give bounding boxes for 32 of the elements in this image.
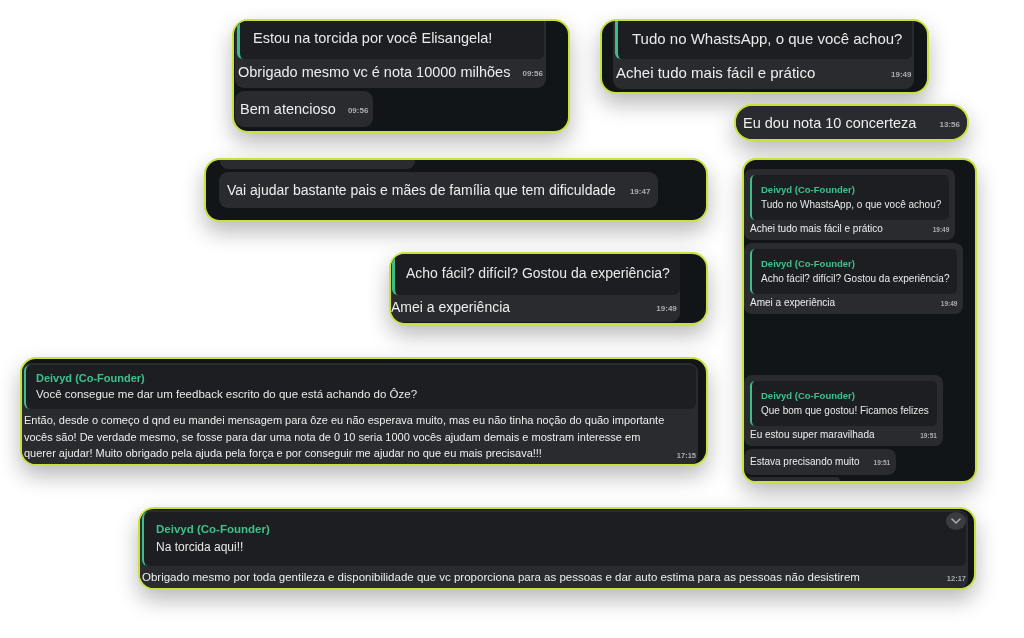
quote-text: Tudo no WhastsApp, o que você achou? (761, 198, 942, 212)
message-text: Bem atencioso (240, 100, 336, 118)
message-text: Eu estou super maravilhada (750, 428, 875, 442)
quote-author: Deivyd (Co-Founder) (761, 389, 855, 403)
quote-author: Deivyd (Co-Founder) (761, 183, 855, 197)
quote-text: Acho fácil? difícil? Gostou da experiência? (761, 272, 950, 286)
quote-text: Acho fácil? difícil? Gostou da experiência? (406, 264, 670, 282)
message-text: Amei a experiência (750, 296, 836, 310)
message-text: Obrigado mesmo por toda gentileza e disponibilidade que vc proporciona para as pessoas e dar auto estima para as pessoas não desistirem (142, 570, 860, 585)
message-text: Achei tudo mais fácil e prático (750, 222, 883, 236)
message-time: 19:49 (656, 304, 677, 315)
message-text: Amei a experiência (391, 298, 511, 316)
message-text: Vai ajudar bastante pais e mães de família que tem dificuldade (227, 181, 616, 199)
message-text: Achei tudo mais fácil e prático (616, 63, 816, 82)
message-time: 19:47 (629, 187, 651, 198)
message-text: Obrigado mesmo vc é nota 10000 milhões (238, 63, 511, 81)
quote-text: Que bom que gostou! Ficamos felizes (761, 404, 929, 418)
message-text: Então, desde o começo d qnd eu mandei mensagem para ôze eu não esperava muito, mas eu não tinha noção do quão importante vocês são! De verdade mesmo, se fosse para dar uma nota de 0 10 seria 1000 vocês ajudam demais e mostram interesse em querer ajudar! Muito obrigado pela ajuda pela força e por conseguir me ajudar no que eu mais precisava!!! (24, 413, 665, 461)
quote-author: Deivyd (Co-Founder) (36, 371, 145, 386)
chevron-down-icon[interactable] (946, 512, 966, 530)
quote-text: Tudo no WhastsApp, o que você achou? (632, 29, 903, 48)
message-time: 13:56 (939, 119, 960, 131)
message-time: 09:56 (347, 106, 369, 117)
quote-text: Na torcida aqui!! (156, 539, 244, 556)
message-text: Estava precisando muito (750, 455, 860, 469)
quote-text: Estou na torcida por você Elisangela! (253, 29, 493, 47)
quote-author: Deivyd (Co-Founder) (156, 522, 270, 537)
message-time: 09:56 (522, 69, 543, 80)
message-text: Eu dou nota 10 concerteza (743, 113, 917, 132)
quote-text: Você consegue me dar um feedback escrito do que está achando do Ôze? (36, 387, 418, 402)
message-time: 19:49 (891, 70, 912, 81)
quote-author: Deivyd (Co-Founder) (761, 257, 855, 271)
